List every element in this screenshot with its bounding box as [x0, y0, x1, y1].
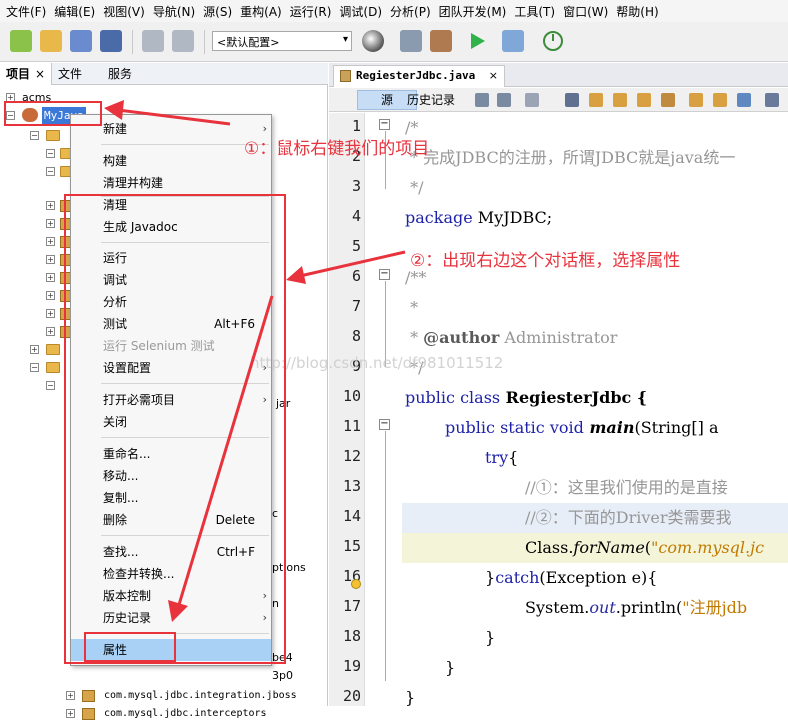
- arrow-step2-right: [286, 250, 406, 284]
- tree-node-interceptors[interactable]: + com.mysql.jdbc.interceptors: [0, 705, 328, 723]
- expand-icon[interactable]: +: [66, 709, 75, 718]
- annotation-arrows: [104, 100, 406, 622]
- package-icon: [82, 708, 95, 720]
- arrow-step1: [104, 100, 231, 126]
- arrow-step2-down: [168, 295, 274, 622]
- tree-label: com.mysql.jdbc.interceptors: [104, 708, 267, 719]
